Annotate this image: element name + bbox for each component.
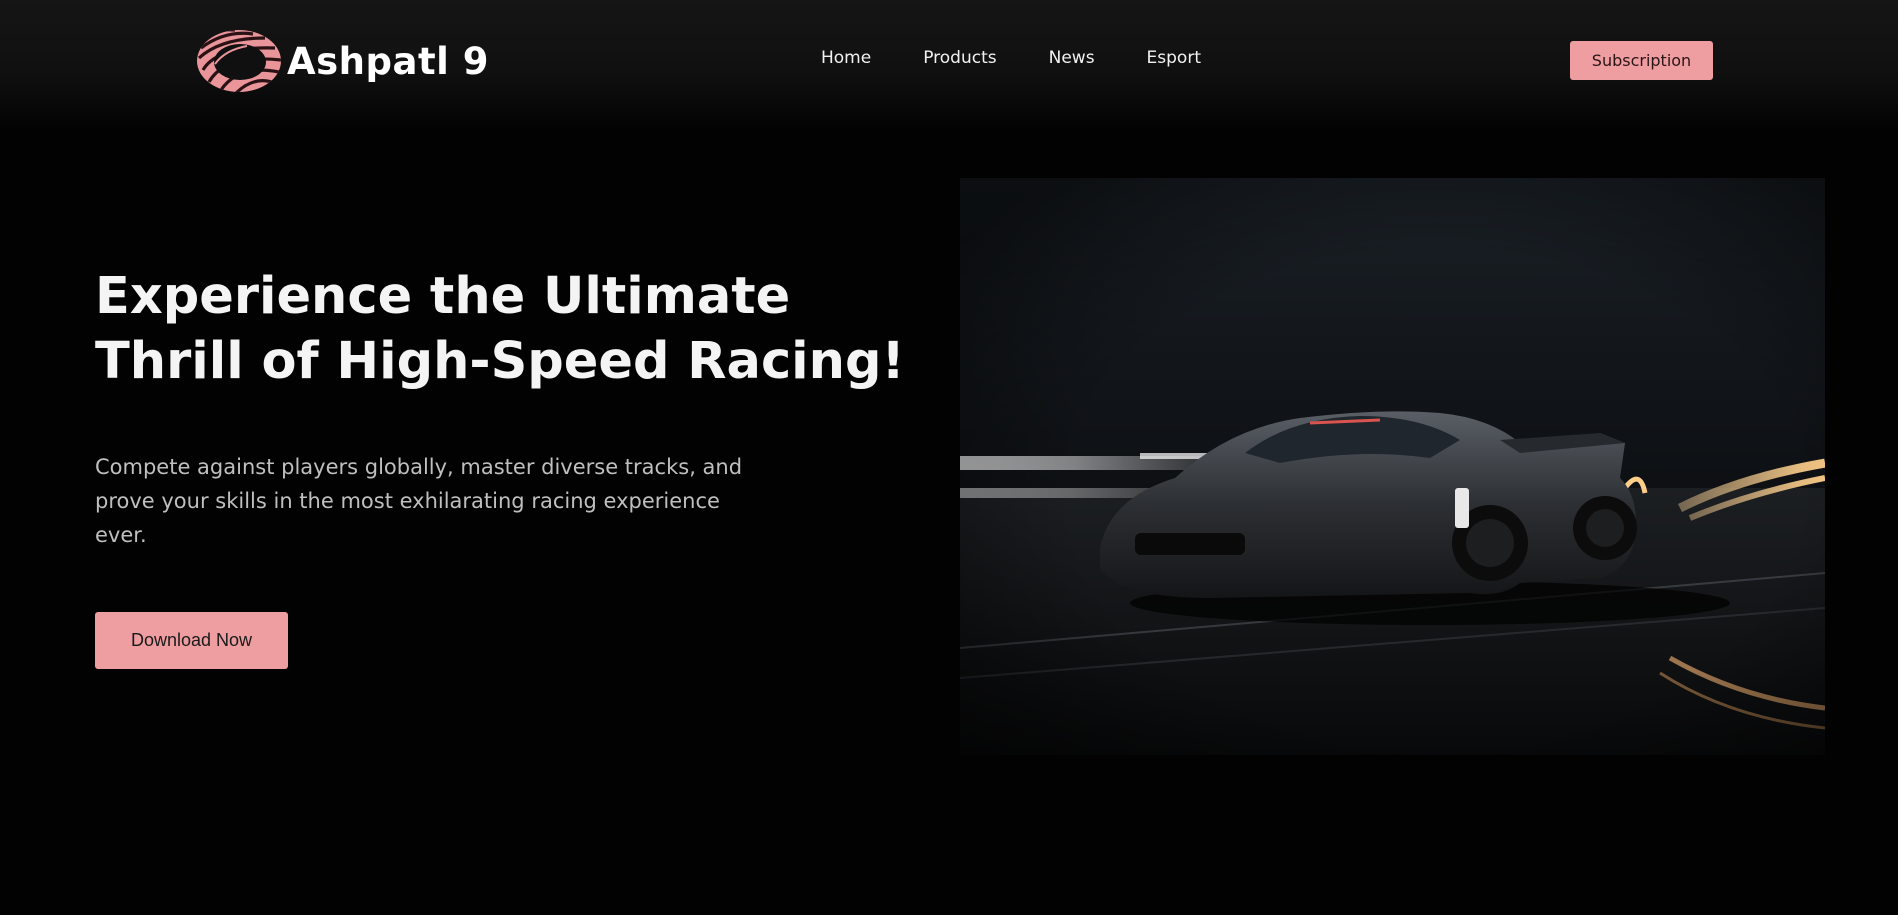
hero-title-line-1: Experience the Ultimate [95,267,791,326]
nav-products-link[interactable]: Products [923,48,996,68]
hero-title-line-2: Thrill of High-Speed Racing! [95,332,905,391]
swirl-ring-logo-icon [197,30,281,92]
subscription-button[interactable]: Subscription [1570,41,1713,80]
main-nav: Home Products News Esport [821,48,1253,68]
race-car-image [960,178,1825,755]
site-header: Ashpatl 9 Home Products News Esport Subs… [0,0,1898,130]
brand-logo[interactable]: Ashpatl 9 [195,28,489,94]
race-car-illustration [960,178,1825,755]
nav-home-link[interactable]: Home [821,48,871,68]
download-now-button[interactable]: Download Now [95,612,288,669]
hero-description: Compete against players globally, master… [95,455,743,547]
hero-title: Experience the Ultimate Thrill of High-S… [95,264,905,394]
nav-news-link[interactable]: News [1049,48,1095,68]
nav-esport-link[interactable]: Esport [1147,48,1201,68]
brand-name: Ashpatl 9 [287,39,489,83]
